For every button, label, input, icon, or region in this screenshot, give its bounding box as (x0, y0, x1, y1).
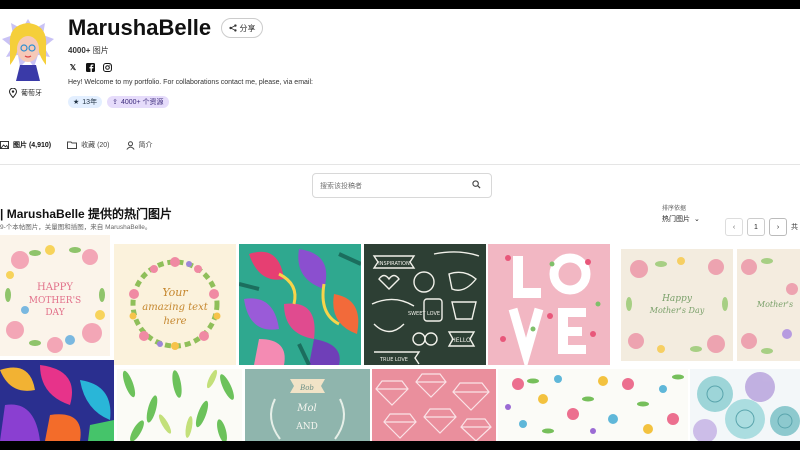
thumbnail-diamonds[interactable] (372, 369, 496, 441)
svg-text:SWEET LOVE: SWEET LOVE (408, 311, 440, 317)
tab-collections[interactable]: 收藏 (20) (67, 140, 110, 150)
upload-icon: ⇪ (112, 99, 118, 106)
svg-text:Your: Your (162, 286, 188, 299)
svg-text:here: here (163, 316, 186, 327)
prev-page-button[interactable]: ‹ (725, 218, 743, 236)
count-value: 4000+ (68, 46, 91, 55)
thumbnail-love-letters[interactable] (488, 244, 610, 365)
svg-text:MOTHER'S: MOTHER'S (29, 296, 81, 306)
svg-text:amazing text: amazing text (142, 302, 208, 313)
tab-collections-label: 收藏 (20) (81, 142, 110, 149)
thumbnail-floral-pattern[interactable] (498, 369, 688, 441)
profile-name: MarushaBelle (68, 15, 212, 40)
search-input[interactable] (318, 179, 462, 194)
thumbnail-watercolor-roses[interactable] (690, 369, 800, 441)
image-icon (0, 141, 9, 149)
search-icon[interactable] (472, 180, 481, 189)
thumbnail-floral-frame[interactable]: Mother's (737, 249, 800, 361)
tab-about[interactable]: 简介 (125, 140, 153, 150)
page-number-input[interactable]: 1 (747, 218, 765, 236)
facebook-icon[interactable] (85, 62, 95, 72)
years-badge: ★ 13年 (68, 96, 103, 108)
contributor-search[interactable] (312, 173, 492, 198)
thumbnail-floral-wreath[interactable]: Your amazing text here (114, 244, 236, 365)
asset-count: 4000+ 图片 (68, 45, 109, 56)
user-icon (125, 140, 135, 150)
section-subtitle: 9-个本帖图片，关量图和插图，来自 MarushaBelle。 (0, 224, 152, 231)
location: 葡萄牙 (9, 88, 42, 98)
sort-label: 排序依据 (662, 206, 687, 212)
svg-text:HAPPY: HAPPY (37, 282, 73, 293)
svg-text:Mother's Day: Mother's Day (649, 306, 705, 315)
share-label: 分享 (239, 23, 256, 33)
share-button[interactable]: 分享 (221, 18, 263, 38)
share-icon (228, 24, 237, 32)
profile-tabs: 图片 (4,910) 收藏 (20) 简介 (0, 140, 153, 150)
page-total: 共 (791, 224, 798, 231)
folder-icon (67, 141, 78, 149)
badges: ★ 13年 ⇪ 4000+ 个资源 (68, 96, 169, 108)
sort-select[interactable]: 热门图片 ⌄ (662, 214, 700, 224)
svg-text:INSPIRATION: INSPIRATION (378, 261, 410, 267)
pagination: ‹ 1 › 共 (725, 218, 798, 236)
x-icon[interactable]: 𝕏 (68, 62, 78, 72)
sort-value: 热门图片 (662, 216, 690, 223)
svg-text:Bob: Bob (299, 384, 314, 392)
svg-text:Happy: Happy (661, 294, 693, 304)
svg-text:DAY: DAY (45, 308, 65, 318)
avatar (0, 15, 56, 81)
location-pin-icon (9, 88, 17, 98)
thumbnail-teal-wreath[interactable]: Bob Mol AND (245, 369, 370, 441)
svg-text:HELLO: HELLO (451, 337, 471, 344)
tab-about-label: 简介 (138, 142, 153, 149)
thumbnail-bright-flowers[interactable] (0, 360, 114, 441)
thumbnail-mothers-day[interactable]: HAPPY MOTHER'S DAY (0, 235, 110, 356)
star-icon: ★ (73, 99, 80, 106)
page: MarushaBelle 分享 4000+ 图片 𝕏 葡萄牙 Hey! Welc… (0, 9, 800, 441)
svg-text:Mother's: Mother's (756, 300, 793, 309)
thumbnail-green-leaves[interactable] (117, 369, 242, 441)
thumbnail-mothers-day-2[interactable]: Happy Mother's Day (621, 249, 733, 361)
thumbnail-tropical-flowers[interactable] (239, 244, 361, 365)
chevron-down-icon: ⌄ (694, 216, 700, 223)
count-unit: 图片 (92, 46, 109, 55)
next-page-button[interactable]: › (769, 218, 787, 236)
social-links: 𝕏 (68, 62, 112, 72)
years-label: 13年 (82, 99, 98, 106)
assets-label: 4000+ 个资源 (120, 99, 164, 106)
assets-badge: ⇪ 4000+ 个资源 (107, 96, 169, 108)
section-title: | MarushaBelle 提供的热门图片 (0, 207, 173, 221)
instagram-icon[interactable] (102, 62, 112, 72)
svg-text:AND: AND (295, 422, 318, 432)
tab-images-label: 图片 (4,910) (13, 142, 52, 149)
svg-text:Mol: Mol (296, 403, 316, 414)
tab-images[interactable]: 图片 (4,910) (0, 140, 51, 150)
location-label: 葡萄牙 (21, 90, 42, 97)
thumbnail-chalkboard-doodles[interactable]: INSPIRATION SWEET LOVE HELLO TRUE LOVE (364, 244, 486, 365)
profile-bio: Hey! Welcome to my portfolio. For collab… (68, 79, 313, 86)
svg-text:TRUE LOVE: TRUE LOVE (379, 357, 408, 363)
tab-divider (0, 164, 800, 165)
